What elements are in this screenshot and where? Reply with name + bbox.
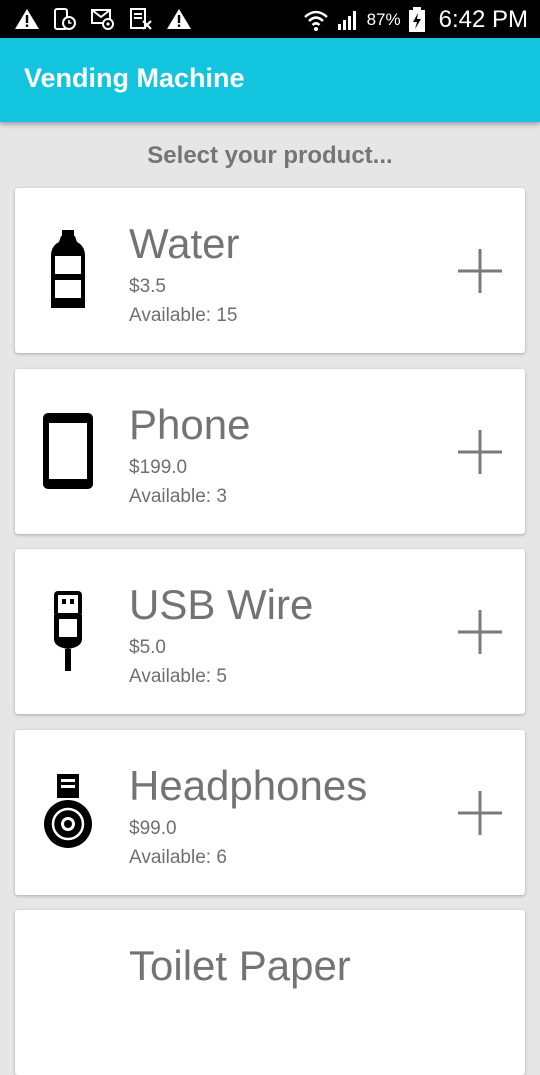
product-availability: Available: 3 [129,486,227,507]
phone-clock-icon [54,8,76,30]
product-availability: Available: 5 [129,666,227,687]
add-icon[interactable] [455,788,505,838]
product-price: $199.0 [129,457,188,478]
product-card-water[interactable]: Water $3.5 Available: 15 [15,188,525,353]
add-icon[interactable] [455,607,505,657]
battery-percent: 87% [366,10,401,29]
product-card-toilet-paper[interactable]: Toilet Paper [15,910,525,1075]
product-availability: Available: 6 [129,847,227,868]
warning-icon [167,9,191,29]
product-name: Water [129,220,240,267]
product-price: $5.0 [129,637,166,658]
phone-icon [43,413,93,489]
add-icon[interactable] [455,427,505,477]
app-bar: Vending Machine [0,38,540,122]
product-price: $99.0 [129,818,177,839]
product-name: Toilet Paper [129,942,351,989]
headphones-icon [44,774,92,848]
product-card-phone[interactable]: Phone $199.0 Available: 3 [15,369,525,534]
wifi-icon [303,10,328,31]
product-name: Phone [129,401,251,448]
product-name: Headphones [129,762,368,809]
warning-icon [15,9,39,29]
product-name: USB Wire [129,581,314,628]
notification-icons [14,7,192,31]
signal-icon [337,11,356,30]
product-availability: Available: 15 [129,305,238,326]
product-card-headphones[interactable]: Headphones $99.0 Available: 6 [15,730,525,895]
mail-at-icon [91,9,114,30]
system-status: 87% 6:42 PM [303,6,528,34]
product-price: $3.5 [129,276,166,297]
clock: 6:42 PM [438,6,528,33]
usb-wire-icon [54,591,82,671]
battery-charging-icon [408,7,425,32]
document-x-icon [130,8,152,30]
product-card-usb-wire[interactable]: USB Wire $5.0 Available: 5 [15,549,525,714]
status-bar: 87% 6:42 PM [0,0,540,38]
water-bottle-icon [51,230,85,308]
select-prompt: Select your product... [147,142,393,169]
add-icon[interactable] [455,246,505,296]
app-title: Vending Machine [24,63,245,93]
